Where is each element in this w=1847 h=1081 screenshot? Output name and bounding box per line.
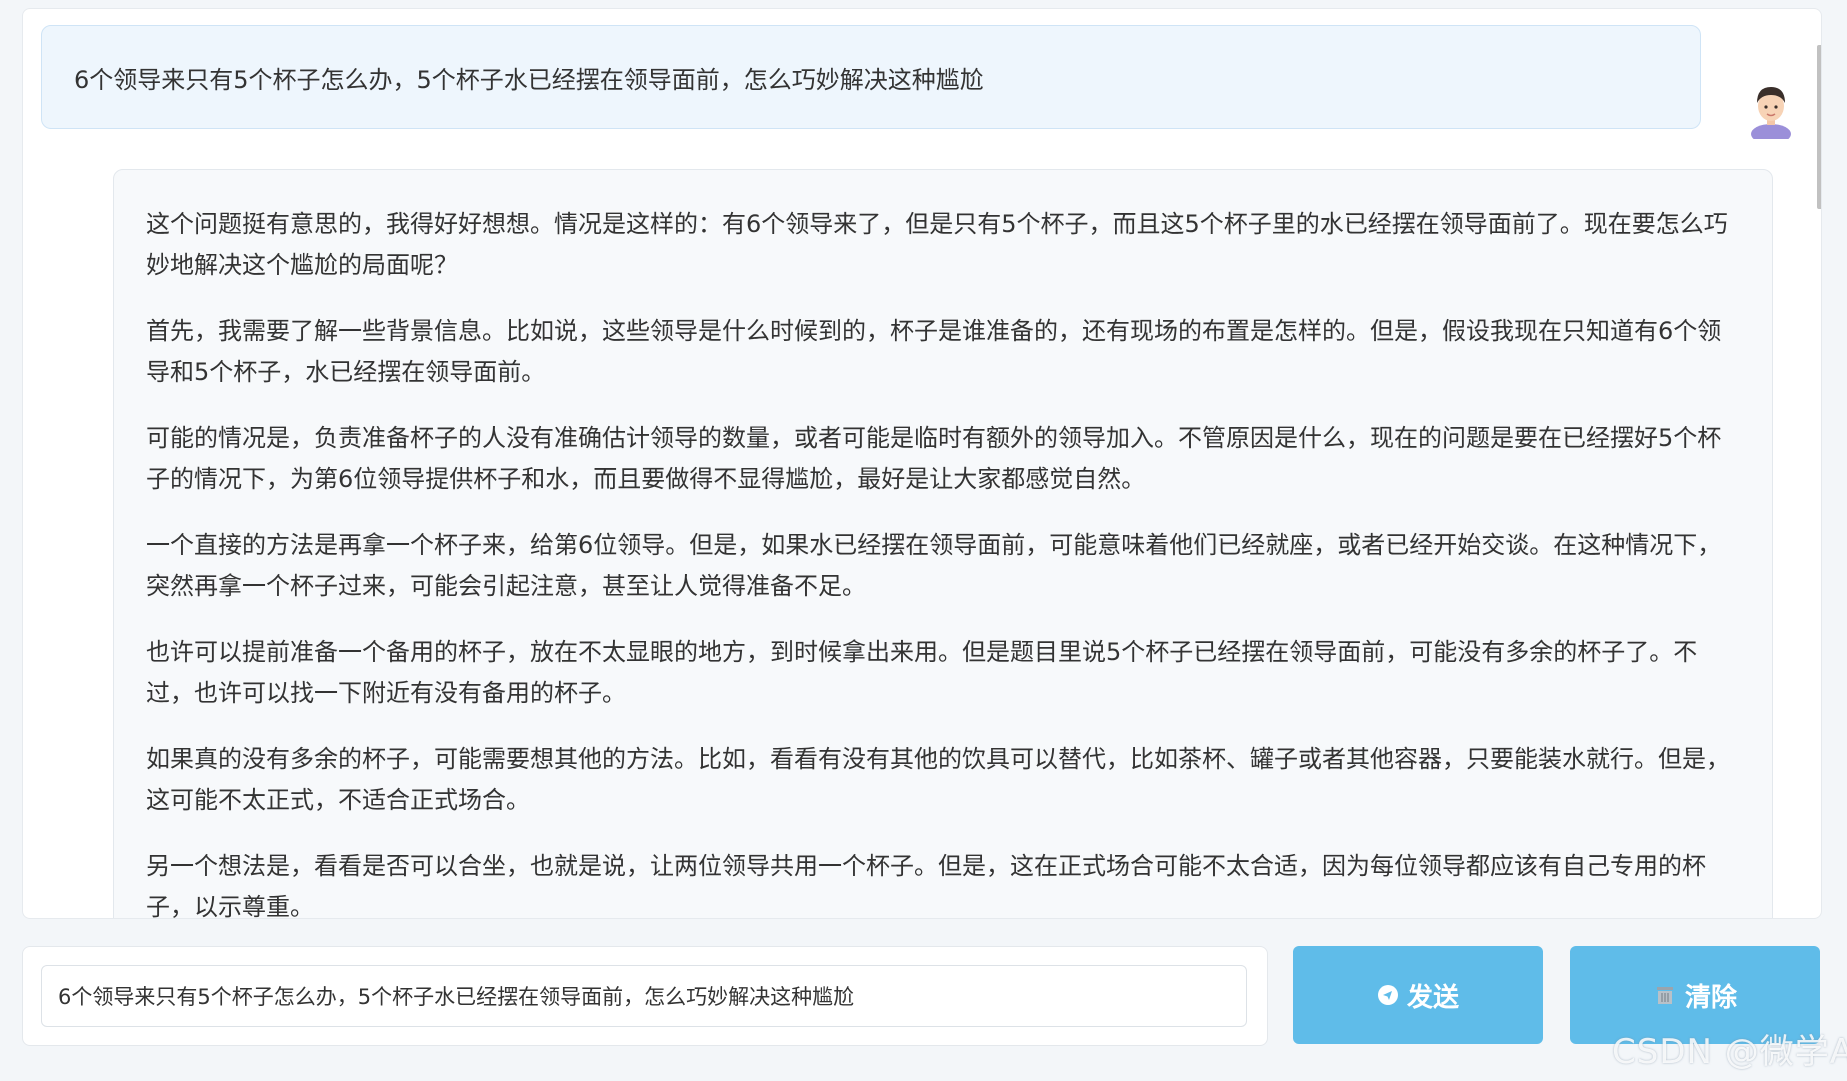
user-avatar-icon — [1741, 79, 1801, 144]
user-message-row: 6个领导来只有5个杯子怎么办，5个杯子水已经摆在领导面前，怎么巧妙解决这种尴尬 — [41, 25, 1821, 144]
chat-history-panel[interactable]: 6个领导来只有5个杯子怎么办，5个杯子水已经摆在领导面前，怎么巧妙解决这种尴尬 … — [22, 8, 1822, 919]
message-input-area — [22, 946, 1268, 1046]
message-input[interactable] — [41, 965, 1247, 1027]
watermark-text: CSDN @微学AI — [1612, 1032, 1847, 1072]
assistant-paragraph: 如果真的没有多余的杯子，可能需要想其他的方法。比如，看看有没有其他的饮具可以替代… — [146, 745, 1730, 814]
assistant-message-bubble: 这个问题挺有意思的，我得好好想想。情况是这样的：有6个领导来了，但是只有5个杯子… — [113, 169, 1773, 919]
send-button-label: 发送 — [1406, 982, 1459, 1013]
assistant-paragraph: 一个直接的方法是再拿一个杯子来，给第6位领导。但是，如果水已经摆在领导面前，可能… — [146, 531, 1722, 600]
trash-icon — [1653, 983, 1677, 1007]
assistant-paragraph: 可能的情况是，负责准备杯子的人没有准确估计领导的数量，或者可能是临时有额外的领导… — [146, 424, 1722, 493]
assistant-paragraph: 另一个想法是，看看是否可以合坐，也就是说，让两位领导共用一个杯子。但是，这在正式… — [146, 852, 1706, 919]
send-button[interactable]: 发送 — [1293, 946, 1543, 1044]
scroll-down-arrow-icon[interactable]: ▼ — [1812, 901, 1821, 918]
assistant-paragraph: 这个问题挺有意思的，我得好好想想。情况是这样的：有6个领导来了，但是只有5个杯子… — [146, 210, 1728, 279]
send-icon — [1377, 984, 1399, 1006]
scrollbar-thumb[interactable] — [1817, 45, 1821, 209]
scroll-up-arrow-icon[interactable]: ▲ — [1812, 21, 1821, 43]
user-message-bubble: 6个领导来只有5个杯子怎么办，5个杯子水已经摆在领导面前，怎么巧妙解决这种尴尬 — [41, 25, 1701, 129]
assistant-paragraph: 也许可以提前准备一个备用的杯子，放在不太显眼的地方，到时候拿出来用。但是题目里说… — [146, 638, 1698, 707]
user-message-text: 6个领导来只有5个杯子怎么办，5个杯子水已经摆在领导面前，怎么巧妙解决这种尴尬 — [74, 65, 984, 94]
assistant-paragraph: 首先，我需要了解一些背景信息。比如说，这些领导是什么时候到的，杯子是谁准备的，还… — [146, 317, 1722, 386]
clear-button-label: 清除 — [1684, 982, 1737, 1013]
chat-scrollbar[interactable]: ▲ ▼ — [1812, 17, 1821, 918]
